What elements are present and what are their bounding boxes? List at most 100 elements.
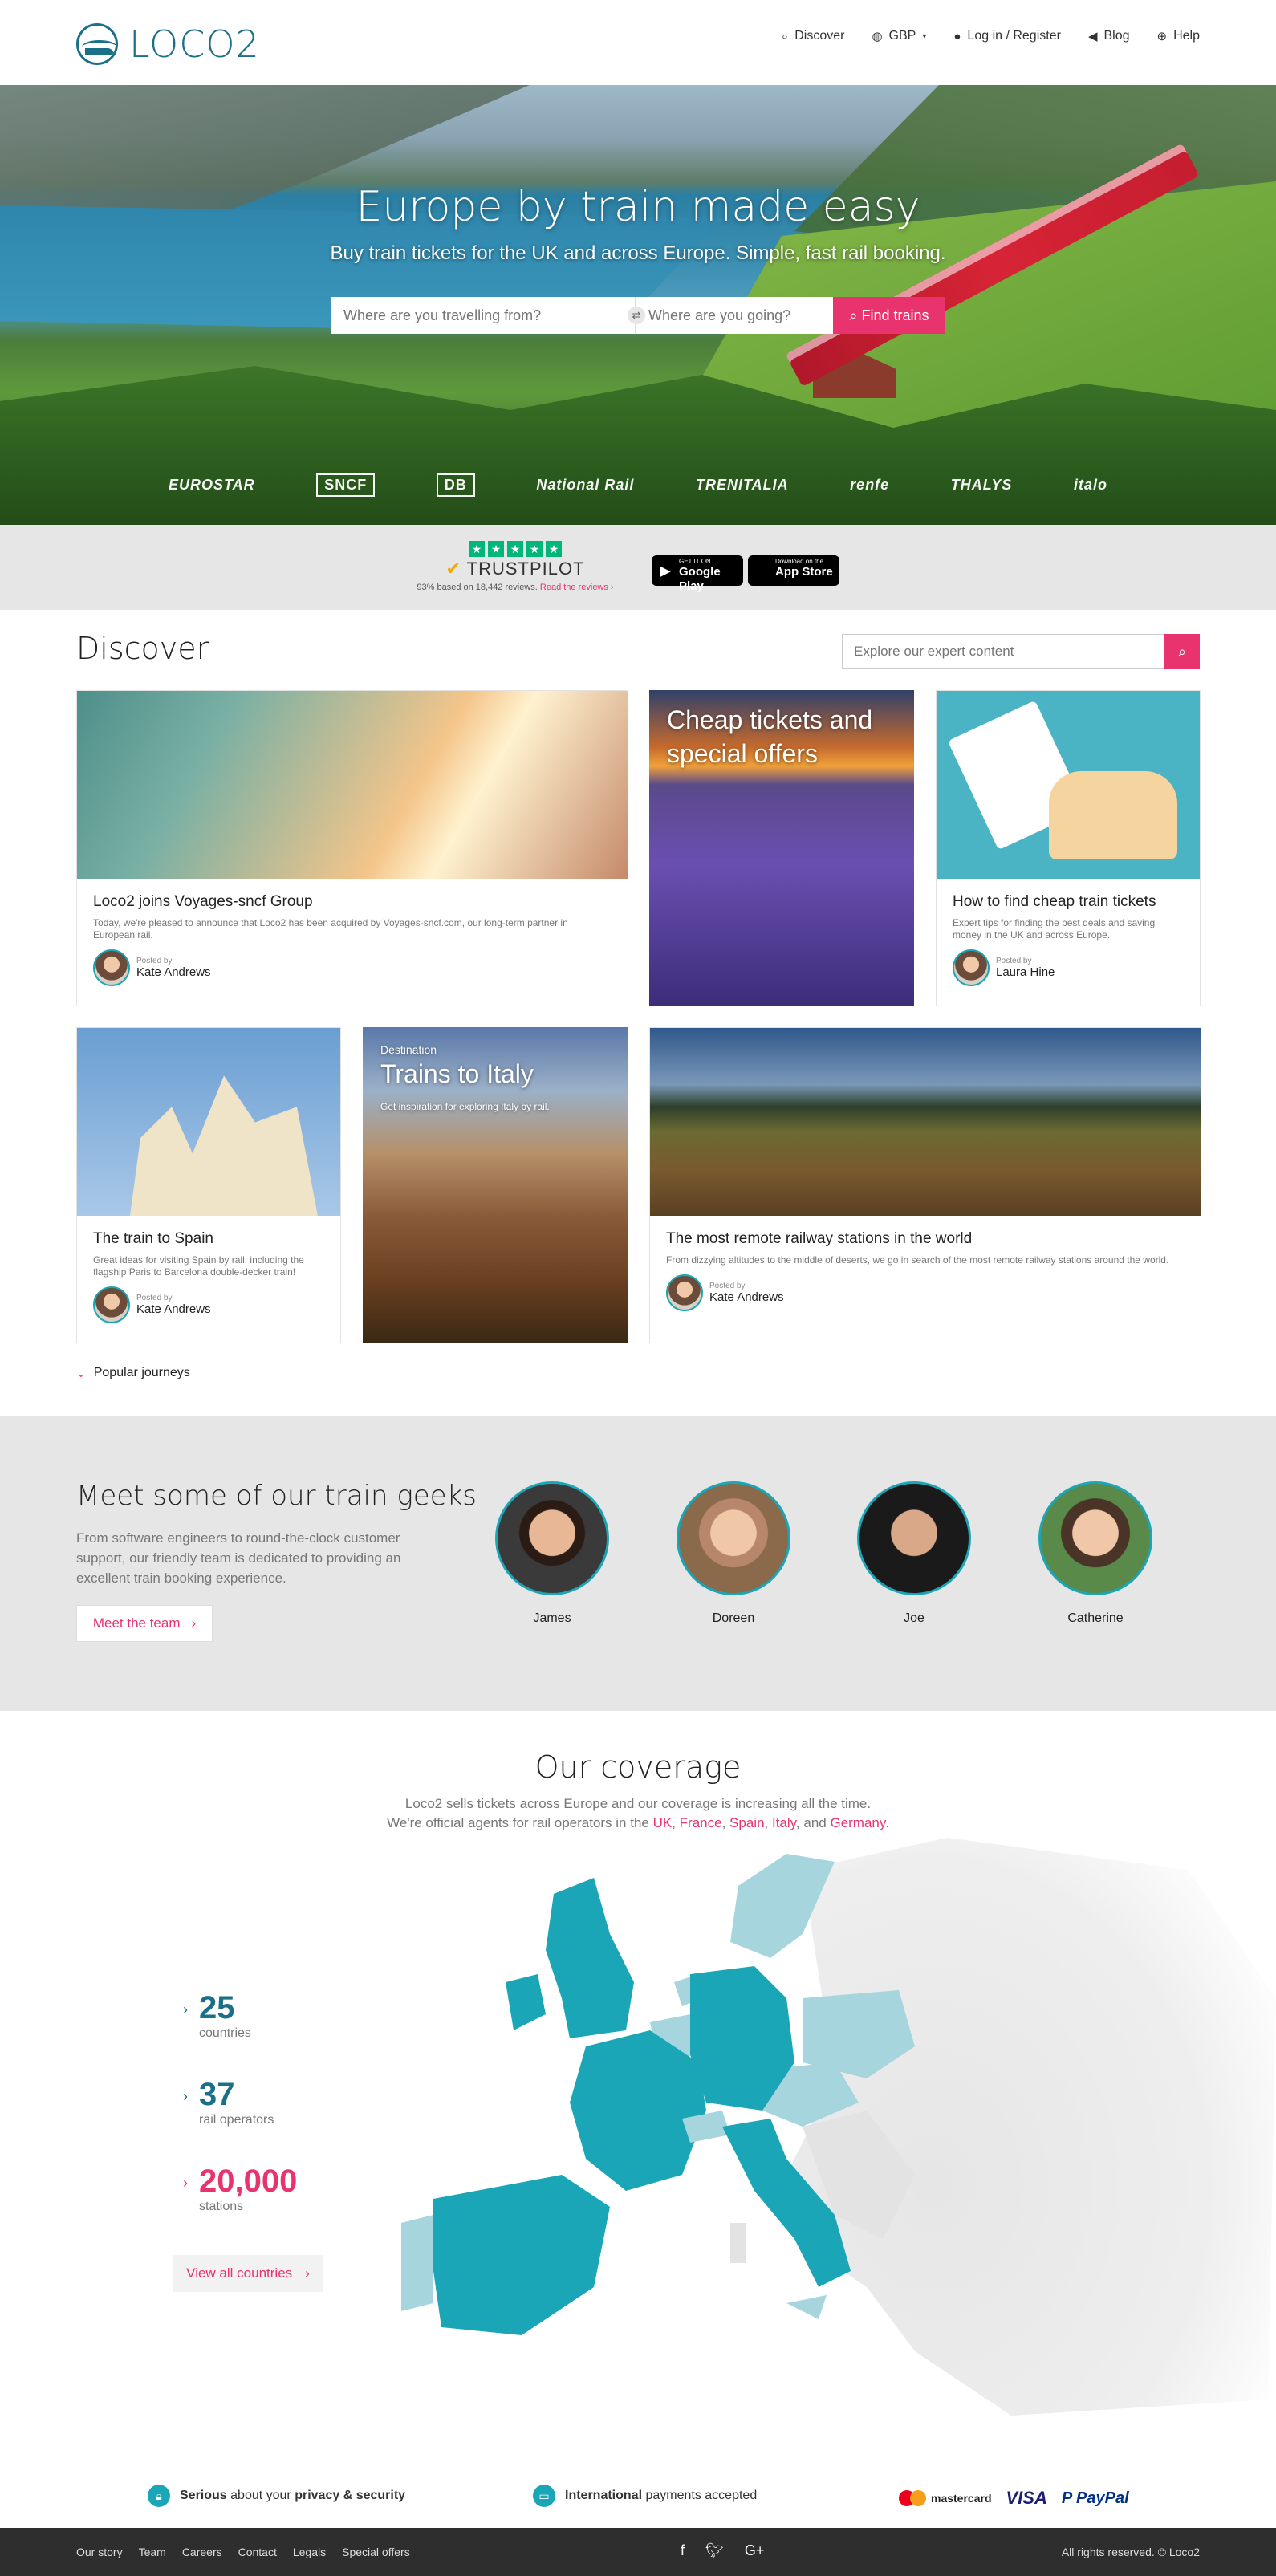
avatar [666,1274,703,1311]
meet-the-team-button[interactable]: Meet the team › [76,1605,213,1642]
country-link-germany[interactable]: Germany [830,1815,885,1830]
promo-card-cheap-tickets[interactable]: Cheap tickets and special offers [649,690,914,1006]
footer-link-special-offers[interactable]: Special offers [342,2546,410,2558]
destination-subtitle: Get inspiration for exploring Italy by r… [380,1101,550,1112]
app-store-badge[interactable]: Download on the App Store [748,555,839,586]
loco2-logo[interactable]: LOCO2 [76,22,260,66]
europe-coverage-map [401,1838,1276,2416]
explore-input[interactable] [842,634,1164,669]
trustpilot-label: TRUSTPILOT [466,559,585,579]
team-member-name: Joe [904,1611,924,1625]
review-count: 93% based on 18,442 reviews. [417,583,538,592]
team-member[interactable]: Doreen [677,1481,790,1626]
map-sicily [786,2295,827,2319]
country-link-france[interactable]: France [680,1815,722,1830]
avatar [677,1481,790,1595]
thalys-logo: THALYS [950,477,1013,493]
country-link-uk[interactable]: UK [653,1815,673,1830]
country-link-spain[interactable]: Spain [729,1815,764,1830]
megaphone-icon: ◀ [1087,30,1098,43]
stat-label: stations [199,2200,244,2213]
popular-journeys-label: Popular journeys [93,1366,190,1379]
article-card-loco2-voyages[interactable]: Loco2 joins Voyages-sncf Group Today, we… [76,690,628,1006]
nav-currency[interactable]: ◍ GBP ▾ [872,29,926,43]
article-author: Posted by Kate Andrews [93,1286,324,1323]
nav-label: GBP [888,29,916,43]
author-name: Laura Hine [996,965,1055,979]
stat-number: 25 [199,1990,235,2025]
meet-team-label: Meet the team [92,1615,181,1631]
footer-link-our-story[interactable]: Our story [76,2546,123,2558]
article-excerpt: Great ideas for visiting Spain by rail, … [93,1254,304,1278]
explore-search-button[interactable]: ⌕ [1164,634,1200,669]
coverage-description: Loco2 sells tickets across Europe and ou… [0,1794,1276,1833]
chevron-down-icon: ▾ [922,31,927,41]
article-excerpt: Today, we're pleased to announce that Lo… [93,917,568,941]
read-reviews-link[interactable]: Read the reviews › [540,583,614,592]
payments-bold: International [565,2489,643,2502]
trustpilot-star-icon: ✔ [445,559,461,579]
country-link-italy[interactable]: Italy [772,1815,796,1830]
footer-link-careers[interactable]: Careers [182,2546,222,2558]
hero-banner: Europe by train made easy Buy train tick… [0,85,1276,525]
promo-title: Cheap tickets and special offers [667,705,873,768]
footer-link-legals[interactable]: Legals [293,2546,326,2558]
footer-links: Our story Team Careers Contact Legals Sp… [76,2546,410,2558]
credit-card-icon: ▭ [533,2485,555,2507]
star-icon: ★ [469,541,485,557]
payments-rest: payments accepted [645,2489,758,2502]
badge-small: GET IT ON [679,558,711,565]
article-title: Loco2 joins Voyages-sncf Group [93,893,313,910]
article-title: How to find cheap train tickets [953,893,1156,910]
nav-help[interactable]: ⊕ Help [1157,29,1200,43]
team-member-name: James [533,1611,571,1625]
rail-operator-logos: EUROSTAR SNCF DB National Rail TRENITALI… [169,473,1107,497]
lock-icon: 🔒︎ [148,2485,170,2507]
team-section: Meet some of our train geeks From softwa… [0,1416,1276,1711]
sncf-logo: SNCF [316,473,376,497]
coverage-line-1: Loco2 sells tickets across Europe and ou… [404,1796,872,1811]
google-play-icon: ▶ [660,563,671,579]
twitter-icon[interactable]: 🐦︎ [705,2542,724,2559]
footer-link-team[interactable]: Team [139,2546,166,2558]
paypal-label: PayPal [1076,2489,1129,2507]
popular-journeys-toggle[interactable]: ⌄ Popular journeys [76,1366,190,1380]
article-card-train-to-spain[interactable]: The train to Spain Great ideas for visit… [76,1027,341,1343]
nav-blog[interactable]: ◀ Blog [1088,29,1130,43]
view-all-countries-label: View all countries [186,2265,293,2281]
facebook-icon[interactable]: f [681,2542,685,2559]
to-input[interactable] [636,297,833,334]
destination-card-italy[interactable]: Destination Trains to Italy Get inspirat… [363,1027,628,1343]
google-plus-icon[interactable]: G+ [745,2542,765,2559]
footer-link-contact[interactable]: Contact [238,2546,277,2558]
team-member[interactable]: Catherine [1038,1481,1152,1626]
italo-logo: italo [1073,477,1107,493]
privacy-bold-2: privacy & security [295,2489,406,2502]
google-play-badge[interactable]: ▶ GET IT ON Google Play [652,555,743,593]
trust-features-strip: 🔒︎ Serious about your privacy & security… [0,2464,1276,2528]
nav-label: Help [1173,29,1200,43]
eurostar-logo: EUROSTAR [169,477,255,493]
user-icon: ● [953,29,961,43]
journey-search: ⇄ ⌕ Find trains [331,297,945,334]
stat-label: rail operators [199,2113,274,2127]
team-member[interactable]: Joe [857,1481,971,1626]
swap-icon[interactable]: ⇄ [628,307,645,324]
payment-logos: mastercard VISA P PayPal [899,2488,1129,2509]
gaudi-chimney-illustration [130,1075,318,1216]
article-title: The train to Spain [93,1230,213,1247]
payments-text: International payments accepted [565,2489,757,2503]
article-card-remote-stations[interactable]: The most remote railway stations in the … [649,1027,1201,1343]
hero-title: Europe by train made easy [356,183,920,231]
article-card-cheap-tickets[interactable]: How to find cheap train tickets Expert t… [936,690,1201,1006]
coverage-prefix: We're official agents for rail operators… [387,1815,653,1830]
from-input[interactable] [331,297,636,334]
stat-number: 37 [199,2077,235,2112]
nav-discover[interactable]: ⌕ Discover [782,29,845,43]
trustpilot-widget[interactable]: ★ ★ ★ ★ ★ ✔ TRUSTPILOT 93% based on 18,4… [411,541,620,592]
team-member[interactable]: James [495,1481,609,1626]
view-all-countries-button[interactable]: View all countries › [173,2255,323,2292]
find-trains-button[interactable]: ⌕ Find trains [833,297,945,334]
nav-login[interactable]: ● Log in / Register [953,29,1061,43]
review-meta: 93% based on 18,442 reviews. Read the re… [411,583,620,592]
